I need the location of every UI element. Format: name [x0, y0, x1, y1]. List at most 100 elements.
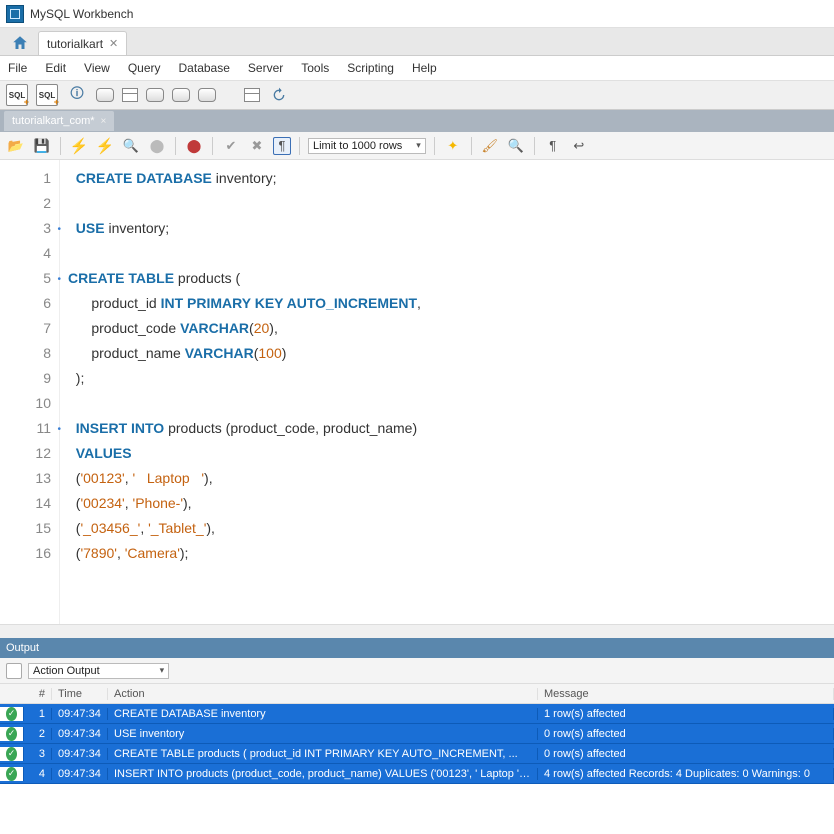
line-number: 14: [0, 491, 51, 516]
line-number: 6: [0, 291, 51, 316]
code-line[interactable]: ('00234', 'Phone-'),: [68, 491, 826, 516]
code-line[interactable]: product_name VARCHAR(100): [68, 341, 826, 366]
status-ok-icon: ✓: [6, 727, 17, 741]
line-number: 7: [0, 316, 51, 341]
query-tab-label: tutorialkart_com*: [12, 115, 95, 127]
app-logo-icon: [6, 5, 24, 23]
output-header: Output: [0, 638, 834, 658]
code-line[interactable]: product_code VARCHAR(20),: [68, 316, 826, 341]
line-number: 2: [0, 191, 51, 216]
home-button[interactable]: [6, 31, 34, 55]
create-procedure-icon[interactable]: [172, 88, 190, 102]
wrap-icon[interactable]: ↩: [569, 136, 589, 156]
line-number: 1: [0, 166, 51, 191]
find-icon[interactable]: 🖌: [480, 136, 500, 156]
code-line[interactable]: ('7890', 'Camera');: [68, 541, 826, 566]
line-number: 3: [0, 216, 51, 241]
code-line[interactable]: USE inventory;: [68, 216, 826, 241]
code-line[interactable]: );: [68, 366, 826, 391]
sql-editor[interactable]: 12345678910111213141516 CREATE DATABASE …: [0, 160, 834, 624]
line-number: 8: [0, 341, 51, 366]
line-number: 16: [0, 541, 51, 566]
status-ok-icon: ✓: [6, 707, 17, 721]
reconnect-icon[interactable]: [268, 84, 290, 106]
line-number: 11: [0, 416, 51, 441]
code-line[interactable]: [68, 241, 826, 266]
execute-current-icon[interactable]: ⚡: [95, 136, 115, 156]
output-row[interactable]: ✓109:47:34CREATE DATABASE inventory1 row…: [0, 704, 834, 724]
output-type-select[interactable]: Action Output: [28, 663, 169, 679]
connection-tab[interactable]: tutorialkart ✕: [38, 31, 127, 55]
explain-icon[interactable]: 🔍: [121, 136, 141, 156]
search-icon[interactable]: 🔍: [506, 136, 526, 156]
editor-scrollbar[interactable]: [0, 624, 834, 638]
line-number: 12: [0, 441, 51, 466]
open-sql-file-icon[interactable]: SQL: [36, 84, 58, 106]
query-toolbar: 📂 💾 ⚡ ⚡ 🔍 ⬤ ⬤ ✔ ✖ ¶ Limit to 1000 rows ✦…: [0, 132, 834, 160]
new-sql-tab-icon[interactable]: SQL: [6, 84, 28, 106]
window-title: MySQL Workbench: [30, 7, 133, 21]
code-line[interactable]: product_id INT PRIMARY KEY AUTO_INCREMEN…: [68, 291, 826, 316]
line-number: 13: [0, 466, 51, 491]
execute-icon[interactable]: ⚡: [69, 136, 89, 156]
main-toolbar: SQL SQL 🛈: [0, 80, 834, 110]
status-ok-icon: ✓: [6, 767, 17, 781]
menu-scripting[interactable]: Scripting: [347, 61, 394, 75]
code-line[interactable]: ('_03456_', '_Tablet_'),: [68, 516, 826, 541]
stop-icon[interactable]: ⬤: [147, 136, 167, 156]
query-tab-bar: tutorialkart_com* ×: [0, 110, 834, 132]
menu-tools[interactable]: Tools: [301, 61, 329, 75]
line-number: 5: [0, 266, 51, 291]
title-bar: MySQL Workbench: [0, 0, 834, 28]
menu-view[interactable]: View: [84, 61, 110, 75]
code-line[interactable]: INSERT INTO products (product_code, prod…: [68, 416, 826, 441]
toggle-invisible-icon[interactable]: ¶: [543, 136, 563, 156]
create-table-icon[interactable]: [122, 88, 138, 102]
toggle-whitespace-icon[interactable]: ¶: [273, 137, 291, 155]
open-file-icon[interactable]: 📂: [6, 136, 26, 156]
status-ok-icon: ✓: [6, 747, 17, 761]
output-copy-icon[interactable]: [6, 663, 22, 679]
output-row[interactable]: ✓209:47:34USE inventory0 row(s) affected: [0, 724, 834, 744]
rollback-icon[interactable]: ✖: [247, 136, 267, 156]
line-number: 15: [0, 516, 51, 541]
line-number: 9: [0, 366, 51, 391]
inspector-icon[interactable]: 🛈: [66, 84, 88, 106]
toggle-autocommit-icon[interactable]: ⬤: [184, 136, 204, 156]
menu-database[interactable]: Database: [179, 61, 230, 75]
create-view-icon[interactable]: [146, 88, 164, 102]
line-gutter: 12345678910111213141516: [0, 160, 60, 624]
code-line[interactable]: CREATE TABLE products (: [68, 266, 826, 291]
code-line[interactable]: VALUES: [68, 441, 826, 466]
home-icon: [11, 34, 29, 52]
beautify-icon[interactable]: ✦: [443, 136, 463, 156]
menu-edit[interactable]: Edit: [45, 61, 66, 75]
query-tab[interactable]: tutorialkart_com* ×: [4, 111, 114, 131]
output-row[interactable]: ✓309:47:34CREATE TABLE products ( produc…: [0, 744, 834, 764]
create-schema-icon[interactable]: [96, 88, 114, 102]
line-number: 4: [0, 241, 51, 266]
menu-server[interactable]: Server: [248, 61, 283, 75]
code-line[interactable]: [68, 391, 826, 416]
search-table-icon[interactable]: [244, 88, 260, 102]
code-line[interactable]: ('00123', ' Laptop '),: [68, 466, 826, 491]
save-file-icon[interactable]: 💾: [32, 136, 52, 156]
menu-help[interactable]: Help: [412, 61, 437, 75]
connection-tab-label: tutorialkart: [47, 37, 103, 51]
code-line[interactable]: [68, 191, 826, 216]
output-grid-header: # Time Action Message: [0, 684, 834, 704]
main-tab-strip: tutorialkart ✕: [0, 28, 834, 56]
limit-rows-select[interactable]: Limit to 1000 rows: [308, 138, 426, 154]
output-grid: # Time Action Message ✓109:47:34CREATE D…: [0, 684, 834, 784]
output-toolbar: Action Output: [0, 658, 834, 684]
create-function-icon[interactable]: [198, 88, 216, 102]
close-tab-icon[interactable]: ✕: [109, 37, 118, 50]
code-area[interactable]: CREATE DATABASE inventory; USE inventory…: [60, 160, 834, 624]
output-row[interactable]: ✓409:47:34INSERT INTO products (product_…: [0, 764, 834, 784]
code-line[interactable]: CREATE DATABASE inventory;: [68, 166, 826, 191]
menu-file[interactable]: File: [8, 61, 27, 75]
menu-query[interactable]: Query: [128, 61, 161, 75]
close-query-tab-icon[interactable]: ×: [101, 116, 107, 127]
menu-bar: File Edit View Query Database Server Tools Scri…: [0, 56, 834, 80]
commit-icon[interactable]: ✔: [221, 136, 241, 156]
